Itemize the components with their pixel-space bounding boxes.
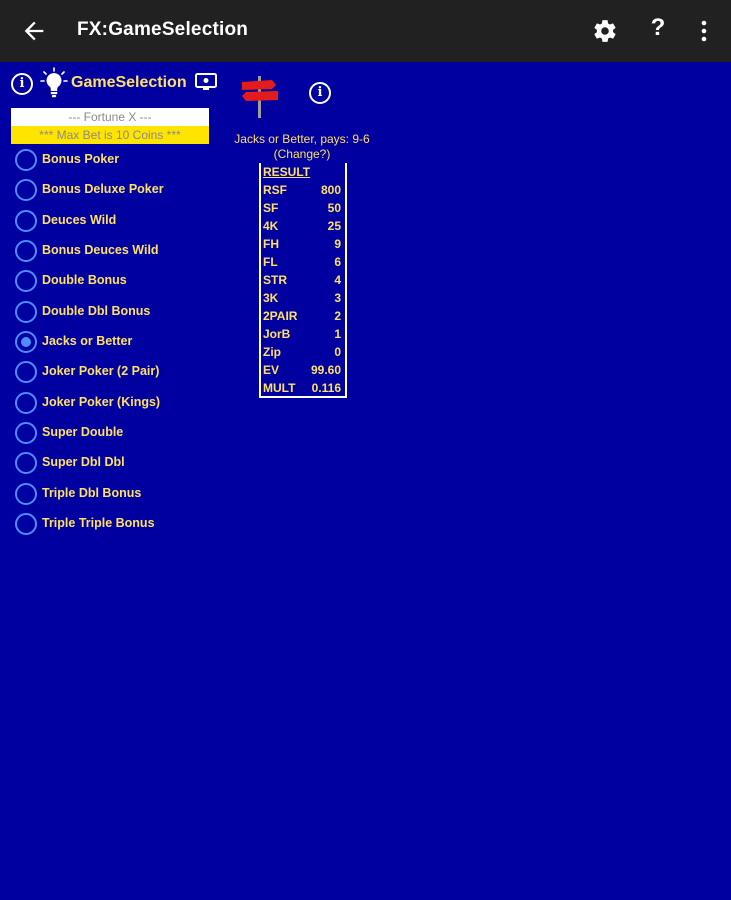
app-bar: FX:GameSelection ? bbox=[0, 0, 731, 62]
game-label: Triple Dbl Bonus bbox=[42, 485, 142, 500]
hand-name: 3K bbox=[263, 291, 279, 305]
radio-button[interactable] bbox=[15, 149, 37, 171]
paytable-change-link[interactable]: (Change?) bbox=[222, 147, 382, 162]
paytable-row: RSF 800 bbox=[263, 183, 343, 201]
game-label: Bonus Deluxe Poker bbox=[42, 182, 164, 197]
game-selection-label: GameSelection bbox=[71, 74, 187, 91]
signpost-icon[interactable] bbox=[238, 74, 282, 120]
radio-button[interactable] bbox=[15, 422, 37, 445]
game-label: Joker Poker (Kings) bbox=[42, 394, 161, 409]
paytable-row: FL 6 bbox=[263, 255, 343, 273]
hand-name: 4K bbox=[263, 219, 279, 233]
more-vert-icon[interactable] bbox=[694, 18, 714, 44]
paytable-row: MULT 0.116 bbox=[263, 381, 343, 399]
paytable-row: 3K 3 bbox=[263, 291, 343, 309]
hand-name: MULT bbox=[263, 381, 296, 395]
paytable-info-icon[interactable]: i bbox=[309, 82, 331, 104]
hand-name: SF bbox=[263, 201, 279, 215]
paytable-row: 4K 25 bbox=[263, 219, 343, 237]
arrow-left-icon[interactable] bbox=[20, 17, 48, 45]
radio-button[interactable] bbox=[15, 391, 37, 414]
radio-button[interactable] bbox=[15, 179, 37, 202]
radio-button[interactable] bbox=[15, 300, 37, 323]
game-label: Bonus Deuces Wild bbox=[42, 243, 159, 258]
hand-pay: 0.116 bbox=[311, 381, 341, 395]
hand-name: 2PAIR bbox=[263, 309, 298, 323]
paytable-row: STR 4 bbox=[263, 273, 343, 291]
hand-name: RSF bbox=[263, 183, 287, 197]
radio-button[interactable] bbox=[15, 240, 37, 263]
paytable-row: SF 50 bbox=[263, 201, 343, 219]
cast-screen-icon[interactable] bbox=[195, 73, 217, 91]
radio-button[interactable] bbox=[15, 270, 37, 293]
hand-pay: 0 bbox=[334, 345, 341, 359]
hand-pay: 4 bbox=[334, 273, 341, 287]
game-label: Super Double bbox=[42, 425, 124, 440]
paytable-row: EV 99.60 bbox=[263, 363, 343, 381]
help-button[interactable]: ? bbox=[648, 14, 668, 42]
hand-name: FL bbox=[263, 255, 278, 269]
lightbulb-icon[interactable] bbox=[40, 67, 68, 99]
paytable-title: Jacks or Better, pays: 9-6 (Change?) bbox=[222, 132, 382, 162]
game-label: Super Dbl Dbl bbox=[42, 455, 125, 470]
hand-pay: 50 bbox=[327, 201, 341, 215]
radio-button[interactable] bbox=[15, 361, 37, 384]
radio-button-selected[interactable] bbox=[15, 331, 37, 354]
hand-name: STR bbox=[263, 273, 287, 287]
hand-name: Zip bbox=[263, 345, 281, 359]
hand-pay: 3 bbox=[334, 291, 341, 305]
hand-pay: 99.60 bbox=[310, 363, 341, 377]
paytable-header: RESULT bbox=[263, 165, 311, 179]
hand-pay: 2 bbox=[334, 309, 341, 323]
paytable-row: 2PAIR 2 bbox=[263, 309, 343, 327]
paytable-row: FH 9 bbox=[263, 237, 343, 255]
game-label: Jacks or Better bbox=[42, 334, 133, 349]
hand-pay: 1 bbox=[334, 327, 341, 341]
radio-button[interactable] bbox=[15, 513, 37, 536]
hand-pay: 800 bbox=[320, 183, 341, 197]
radio-button[interactable] bbox=[15, 209, 37, 232]
app-title: FX:GameSelection bbox=[77, 19, 249, 40]
hand-pay: 25 bbox=[327, 219, 341, 233]
game-label: Joker Poker (2 Pair) bbox=[42, 364, 160, 379]
paytable-game-pays: Jacks or Better, pays: 9-6 bbox=[234, 132, 370, 146]
hand-name: EV bbox=[263, 363, 280, 377]
paytable: RESULT RSF 800 SF 50 4K 25 FH 9 FL 6 STR 4 3K 3… bbox=[259, 163, 347, 398]
hand-pay: 6 bbox=[334, 255, 341, 269]
gear-icon[interactable] bbox=[592, 18, 618, 44]
info-icon[interactable]: i bbox=[11, 73, 33, 95]
game-label: Double Dbl Bonus bbox=[42, 303, 151, 318]
paytable-row: Zip 0 bbox=[263, 345, 343, 363]
game-label: Double Bonus bbox=[42, 273, 127, 288]
game-label: Triple Triple Bonus bbox=[42, 516, 155, 531]
fortune-banner: --- Fortune X --- bbox=[11, 108, 209, 126]
paytable-row: JorB 1 bbox=[263, 327, 343, 345]
hand-name: FH bbox=[263, 237, 279, 251]
hand-pay: 9 bbox=[334, 237, 341, 251]
hand-name: JorB bbox=[263, 327, 291, 341]
max-bet-banner: *** Max Bet is 10 Coins *** bbox=[11, 126, 209, 144]
game-label: Bonus Poker bbox=[42, 152, 120, 166]
radio-button[interactable] bbox=[15, 482, 37, 505]
radio-button[interactable] bbox=[15, 452, 37, 475]
game-label: Deuces Wild bbox=[42, 212, 117, 227]
